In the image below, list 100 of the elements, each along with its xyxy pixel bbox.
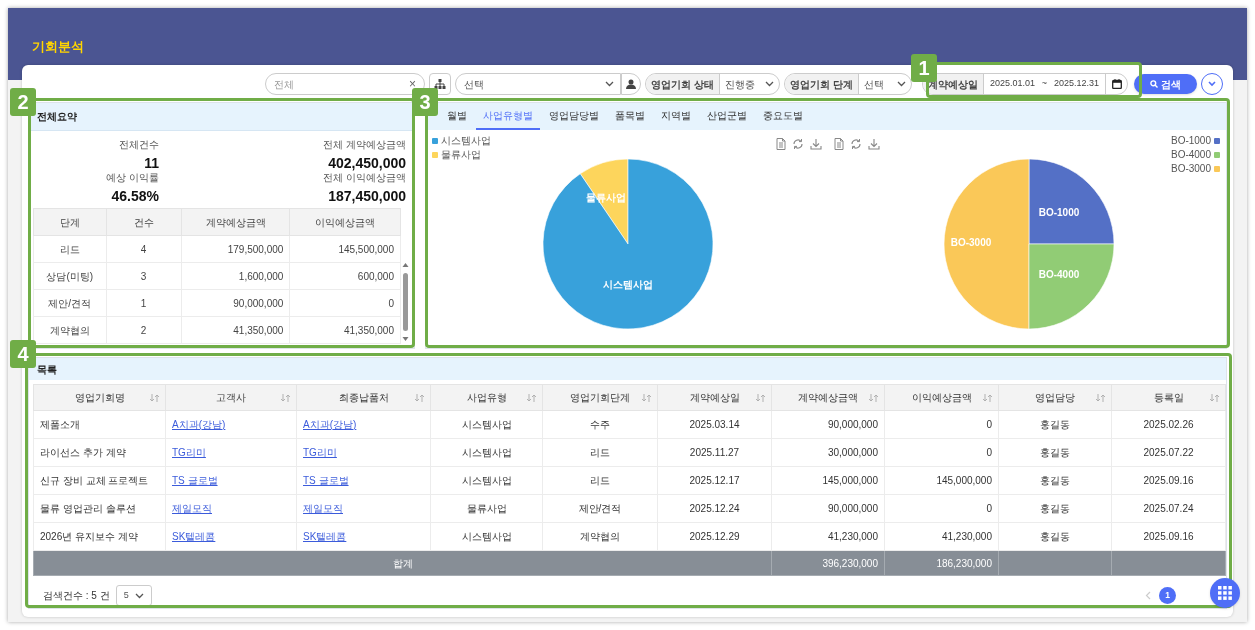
customer-link[interactable]: TS 글로벌 xyxy=(303,475,349,486)
panel-title: 전체요약 xyxy=(37,110,77,124)
table-cell: 0 xyxy=(884,438,999,467)
table-cell: 홍길동 xyxy=(998,438,1112,467)
column-header[interactable]: 등록일 xyxy=(1111,384,1226,411)
column-header[interactable]: 고객사 xyxy=(165,384,297,411)
chart-tab[interactable]: 품목별 xyxy=(608,103,652,130)
page-title: 기회분석 xyxy=(32,38,84,56)
customer-link[interactable]: A치과(강남) xyxy=(172,419,226,430)
table-cell: 2025.09.16 xyxy=(1111,466,1226,495)
legend-label: 시스템사업 xyxy=(441,134,491,148)
status-select[interactable]: 진행중 xyxy=(719,76,779,92)
table-cell: 리드 xyxy=(33,235,106,263)
table-cell: 리드 xyxy=(542,438,658,467)
stage-label: 영업기회 단계 xyxy=(785,74,859,94)
page-button[interactable]: 1 xyxy=(1159,587,1176,604)
search-button[interactable]: 검색 xyxy=(1134,74,1197,94)
column-header[interactable]: 사업유형 xyxy=(430,384,543,411)
column-header[interactable]: 영업기회단계 xyxy=(542,384,658,411)
sort-icon xyxy=(642,394,651,402)
total-cell: 396,230,000 xyxy=(771,550,885,576)
table-cell: 145,000,000 xyxy=(771,466,885,495)
chevron-down-icon xyxy=(897,81,906,87)
column-header[interactable]: 이익예상금액 xyxy=(884,384,999,411)
sort-icon xyxy=(281,394,290,402)
customer-link[interactable]: 제일모직 xyxy=(172,503,212,514)
customer-link[interactable]: SK텔레콤 xyxy=(303,531,347,542)
column-header[interactable]: 영업기회명 xyxy=(33,384,166,411)
total-label: 합계 xyxy=(33,550,772,576)
stage-select[interactable]: 선택 xyxy=(858,76,911,92)
table-cell: 2 xyxy=(106,316,182,344)
slice-label: 시스템사업 xyxy=(603,277,653,292)
column-header[interactable]: 계약예상일 xyxy=(657,384,772,411)
table-cell: 홍길동 xyxy=(998,410,1112,439)
chevron-down-icon xyxy=(134,592,144,599)
chart-tab[interactable]: 월별 xyxy=(440,103,474,130)
callout-badge: 1 xyxy=(911,54,937,82)
chart-tab[interactable]: 중요도별 xyxy=(756,103,810,130)
pie-slice[interactable] xyxy=(1028,158,1115,245)
table-cell: 0 xyxy=(884,494,999,523)
column-header[interactable]: 최종납품처 xyxy=(296,384,431,411)
table-cell: 90,000,000 xyxy=(181,289,290,317)
table-cell: 시스템사업 xyxy=(430,522,543,551)
customer-link[interactable]: TS 글로벌 xyxy=(172,475,218,486)
customer-link[interactable]: A치과(강남) xyxy=(303,419,357,430)
page-size-select[interactable]: 5 xyxy=(115,585,152,606)
legend-label: 물류사업 xyxy=(441,148,481,162)
chart-tab[interactable]: 지역별 xyxy=(654,103,698,130)
customer-link[interactable]: TG리미 xyxy=(303,447,337,458)
customer-link[interactable]: 제일모직 xyxy=(303,503,343,514)
clear-icon[interactable]: × xyxy=(409,78,416,90)
chevron-left-icon xyxy=(1145,591,1151,600)
stat-value: 46.58% xyxy=(111,187,159,205)
table-cell: 2025.09.16 xyxy=(1111,522,1226,551)
table-cell: 수주 xyxy=(542,410,658,439)
hierarchy-icon xyxy=(434,79,446,89)
chevron-down-icon xyxy=(765,81,774,87)
table-cell: 2026년 유지보수 계약 xyxy=(33,522,166,551)
customer-link[interactable]: SK텔레콤 xyxy=(172,531,216,542)
sort-icon xyxy=(756,394,765,402)
table-cell: 3 xyxy=(106,262,182,290)
table-cell: 41,350,000 xyxy=(181,316,290,344)
person-icon xyxy=(626,79,636,89)
sort-icon xyxy=(1096,394,1105,402)
column-header[interactable]: 영업담당 xyxy=(998,384,1112,411)
date-range-field[interactable]: 2025.01.01 ~ 2025.12.31 xyxy=(984,77,1105,91)
stat-label: 전체건수 xyxy=(119,139,159,151)
slice-label: BO-1000 xyxy=(1038,205,1080,220)
table-cell: 30,000,000 xyxy=(771,438,885,467)
chart-tab[interactable]: 산업군별 xyxy=(700,103,754,130)
callout-badge: 2 xyxy=(10,88,36,116)
sort-icon xyxy=(150,394,159,402)
sort-icon xyxy=(869,394,878,402)
stat-value: 11 xyxy=(144,154,159,172)
stat-label: 전체 이익예상금액 xyxy=(323,172,406,184)
table-cell: 0 xyxy=(884,410,999,439)
table-cell: 2025.12.24 xyxy=(657,494,772,523)
refresh-icon xyxy=(850,138,862,150)
sort-icon xyxy=(983,394,992,402)
status-label: 영업기회 상태 xyxy=(646,74,720,94)
download-icon xyxy=(868,138,880,150)
legend-label: BO-4000 xyxy=(1170,148,1211,162)
table-cell: 179,500,000 xyxy=(181,235,290,263)
customer-link[interactable]: TG리미 xyxy=(172,447,206,458)
table-cell: 제안/견적 xyxy=(542,494,658,523)
chart-tab[interactable]: 사업유형별 xyxy=(476,103,540,130)
table-cell: 41,230,000 xyxy=(884,522,999,551)
apps-button[interactable] xyxy=(1210,578,1240,608)
legend-label: BO-3000 xyxy=(1170,162,1211,176)
table-cell: 신규 장비 교체 프로젝트 xyxy=(33,466,166,495)
chart-tab[interactable]: 영업담당별 xyxy=(542,103,606,130)
callout-badge: 4 xyxy=(10,340,36,368)
column-header[interactable]: 계약예상금액 xyxy=(771,384,885,411)
table-cell: 홍길동 xyxy=(998,522,1112,551)
pie-slice[interactable] xyxy=(542,158,714,330)
calendar-icon xyxy=(1111,79,1122,89)
table-cell: 라이선스 추가 계약 xyxy=(33,438,166,467)
table-cell: 제품소개 xyxy=(33,410,166,439)
table-cell: 41,230,000 xyxy=(771,522,885,551)
stat-value: 402,450,000 xyxy=(328,154,406,172)
